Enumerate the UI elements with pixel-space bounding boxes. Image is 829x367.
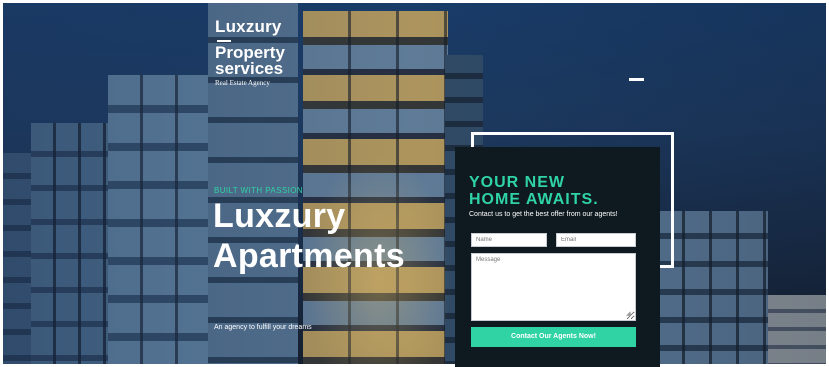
headline-line2: Apartments [213,237,405,275]
logo-name-line2: services [215,59,284,78]
email-input[interactable] [556,233,636,247]
brand-logo[interactable]: Luxzury Property services Real Estate Ag… [215,18,285,88]
headline-line1: Luxzury [213,197,346,235]
name-input[interactable] [471,233,547,247]
resize-handle-icon[interactable]: ◢ [626,311,633,318]
logo-top-text: Luxzury [215,17,282,36]
hero-headline: Luxzury Apartments [213,196,405,276]
logo-divider [217,40,231,42]
hero-banner [3,3,826,364]
hero-overlay [3,3,826,364]
form-title-line2: HOME AWAITS. [469,191,599,208]
form-description: Contact us to get the best offer from ou… [469,211,618,218]
hero-subline: An agency to fulfill your dreams [214,324,312,331]
contact-agents-button[interactable]: Contact Our Agents Now! [471,327,636,347]
form-title: YOUR NEW HOME AWAITS. [469,174,599,208]
menu-icon[interactable] [629,78,644,81]
logo-subtitle: Real Estate Agency [215,79,270,87]
hero-tagline: BUILT WITH PASSION [214,186,303,195]
form-title-line1: YOUR NEW [469,174,565,191]
message-textarea[interactable] [471,253,636,321]
